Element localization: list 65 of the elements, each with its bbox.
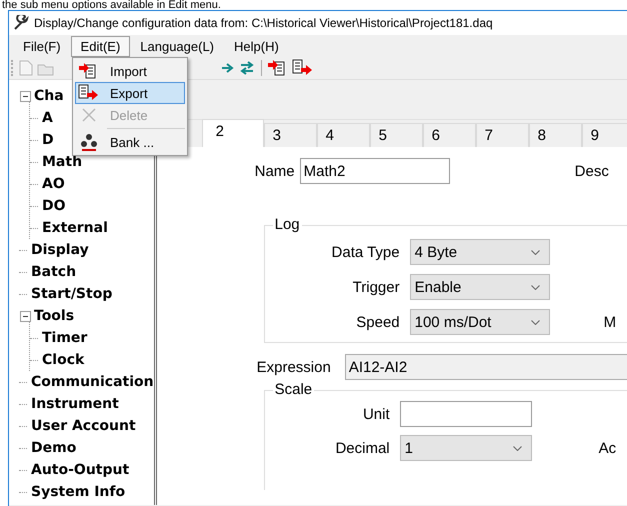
chevron-down-icon bbox=[530, 250, 540, 254]
dropdown[interactable]: 1 bbox=[400, 435, 532, 461]
export-icon[interactable] bbox=[292, 59, 314, 77]
field-label: Decimal bbox=[334, 440, 390, 456]
chevron-down-icon bbox=[512, 446, 522, 450]
tab[interactable]: 2 bbox=[202, 119, 264, 147]
name-field[interactable]: Math2 bbox=[300, 158, 450, 184]
tree-item[interactable]: A bbox=[42, 110, 53, 126]
tree-item[interactable]: Communication bbox=[31, 374, 154, 390]
tree-item[interactable]: Demo bbox=[31, 440, 76, 456]
tab[interactable]: 8 bbox=[528, 123, 582, 147]
field-label: Expression bbox=[256, 358, 331, 376]
menu-item[interactable]: Help(H) bbox=[224, 36, 289, 56]
tab[interactable]: 5 bbox=[370, 123, 423, 147]
tree-item[interactable]: DO bbox=[42, 198, 66, 214]
field-label: Speed bbox=[355, 314, 400, 330]
field-label: Desc bbox=[574, 162, 609, 180]
menu-item[interactable]: Import bbox=[75, 60, 185, 82]
tab[interactable]: 7 bbox=[476, 123, 529, 147]
group-title: Log bbox=[272, 216, 302, 233]
wrench-icon bbox=[13, 15, 29, 31]
menu-item[interactable]: Language(L) bbox=[130, 36, 224, 56]
tree-item[interactable]: Display bbox=[31, 242, 89, 258]
tree-item[interactable]: Instrument bbox=[31, 396, 119, 412]
collapse-icon[interactable] bbox=[20, 90, 31, 102]
tree-item[interactable]: AO bbox=[42, 176, 65, 192]
tree-item[interactable]: Clock bbox=[42, 352, 84, 368]
chevron-down-icon bbox=[530, 284, 540, 290]
tab[interactable]: 3 bbox=[264, 123, 317, 147]
tab[interactable]: 6 bbox=[422, 123, 476, 147]
dropdown[interactable]: Enable bbox=[410, 274, 550, 300]
tree-item[interactable]: Auto-Output bbox=[31, 462, 130, 478]
double-arrow-icon[interactable] bbox=[239, 60, 255, 76]
field-label: Unit bbox=[362, 406, 390, 422]
menu-item[interactable]: Export bbox=[75, 82, 185, 104]
field-label: Trigger bbox=[352, 278, 400, 296]
field-label: Name bbox=[254, 162, 295, 180]
field-label: Data Type bbox=[330, 244, 400, 260]
tab[interactable]: 4 bbox=[316, 123, 370, 147]
tree-item[interactable]: Start/Stop bbox=[31, 286, 112, 302]
chevron-down-icon bbox=[530, 320, 540, 324]
tree-item[interactable]: Timer bbox=[42, 330, 88, 346]
field-label: Ac bbox=[598, 440, 616, 456]
menu-item[interactable]: File(F) bbox=[13, 36, 71, 56]
tree-item[interactable]: D bbox=[42, 132, 54, 148]
menu-item[interactable]: Edit(E) bbox=[70, 36, 130, 56]
field-label: M bbox=[604, 314, 616, 330]
tree-item[interactable]: Math bbox=[42, 154, 82, 170]
collapse-icon[interactable] bbox=[20, 310, 31, 322]
tree-item[interactable]: User Account bbox=[31, 418, 136, 434]
window-title: Display/Change configuration data from: C:\Historical Viewer\Historical\Project181.daq bbox=[34, 16, 493, 30]
tree-item[interactable]: Tools bbox=[34, 308, 74, 324]
tree-item[interactable]: External bbox=[42, 220, 108, 236]
unit-field[interactable] bbox=[400, 401, 532, 427]
tree-item[interactable]: Batch bbox=[31, 264, 76, 280]
caption-text: the sub menu options available in Edit menu. bbox=[1, 0, 222, 10]
dropdown[interactable]: 100 ms/Dot bbox=[410, 309, 550, 335]
people-icon bbox=[78, 133, 100, 151]
tab[interactable]: 9 bbox=[582, 123, 627, 147]
dropdown[interactable]: 4 Byte bbox=[410, 239, 550, 265]
tree-item[interactable]: Cha bbox=[34, 88, 64, 104]
expression-field[interactable]: AI12-AI2 bbox=[344, 354, 627, 380]
menu-item[interactable]: Bank ... bbox=[75, 131, 185, 153]
tree-item[interactable]: System Info bbox=[31, 484, 126, 500]
export-icon bbox=[78, 84, 100, 102]
